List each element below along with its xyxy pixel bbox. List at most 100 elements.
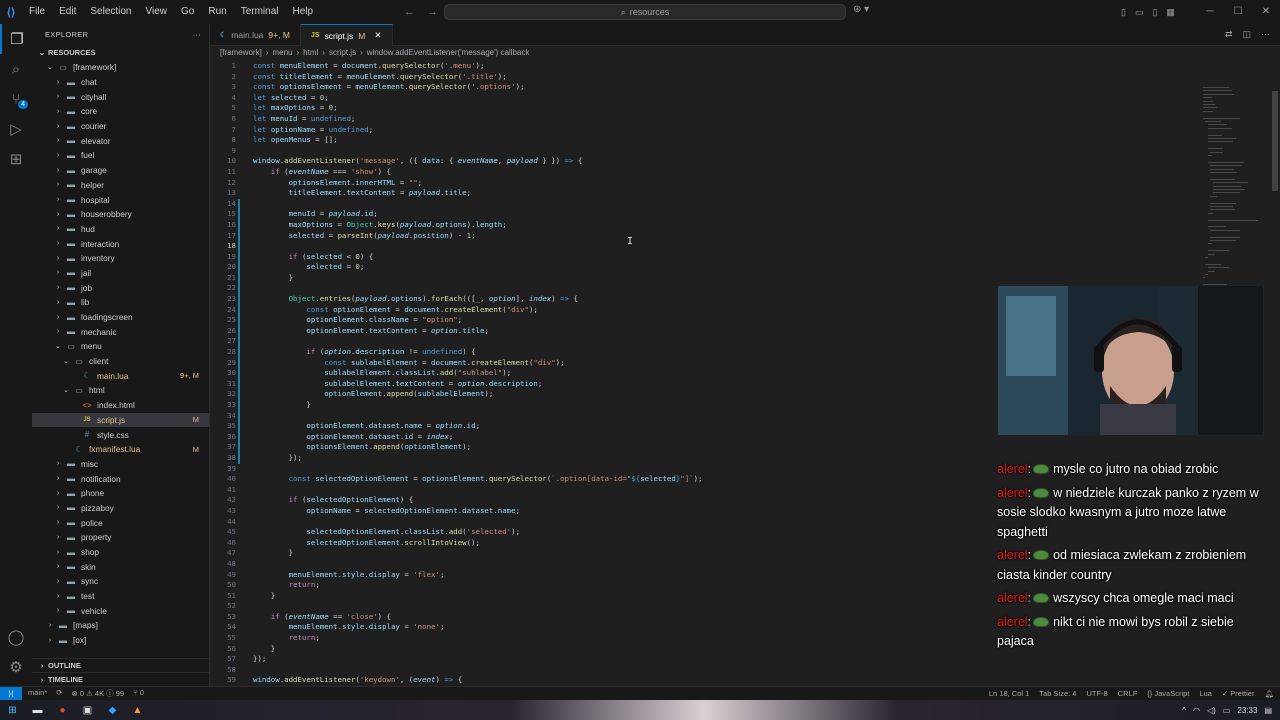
open-changes-icon[interactable]: ⇄: [1225, 29, 1233, 40]
search-view-icon[interactable]: ⌕: [0, 54, 32, 84]
breadcrumb-item[interactable]: menu: [272, 48, 292, 57]
tree-item-garage[interactable]: › ▬ garage: [32, 163, 209, 178]
copilot-icon[interactable]: ⊛ ▾: [853, 4, 869, 15]
tree-item-index-html[interactable]: <> index.html: [32, 398, 209, 413]
tree-item-mechanic[interactable]: › ▬ mechanic: [32, 324, 209, 339]
close-tab-icon[interactable]: ✕: [374, 30, 381, 41]
close-window-icon[interactable]: ✕: [1252, 0, 1280, 24]
encoding[interactable]: UTF-8: [1086, 689, 1107, 698]
tab-script-js[interactable]: JS script.js M ✕: [300, 24, 393, 46]
tree-item-misc[interactable]: › ▬ misc: [32, 457, 209, 472]
tree-item-cityhall[interactable]: › ▬ cityhall: [32, 89, 209, 104]
menu-item-edit[interactable]: Edit: [52, 0, 83, 24]
tree-item-inventory[interactable]: › ▬ inventory: [32, 251, 209, 266]
notification-center-icon[interactable]: ▤: [1264, 706, 1272, 715]
tree-item-fuel[interactable]: › ▬ fuel: [32, 148, 209, 163]
breadcrumb-item[interactable]: html: [303, 48, 318, 57]
tree-item-hospital[interactable]: › ▬ hospital: [32, 192, 209, 207]
tree-item-script-js[interactable]: JS script.js M: [32, 412, 209, 428]
tray-arrow-icon[interactable]: ^: [1182, 706, 1186, 715]
toggle-panel-icon[interactable]: ▭: [1135, 0, 1144, 24]
start-windows-icon[interactable]: ⊞: [0, 700, 25, 720]
forward-arrow-icon[interactable]: →: [427, 0, 438, 24]
lua-indicator[interactable]: Lua: [1199, 689, 1212, 698]
tree-item-core[interactable]: › ▬ core: [32, 104, 209, 119]
maximize-icon[interactable]: ☐: [1224, 0, 1252, 24]
settings-gear-icon[interactable]: ⚙: [0, 652, 32, 682]
tree-item-test[interactable]: › ▬ test: [32, 589, 209, 604]
vscode-taskbar-icon[interactable]: ◆: [100, 700, 125, 720]
remote-indicator-icon[interactable]: ⟩⟨: [0, 686, 22, 701]
toggle-secondary-sidebar-icon[interactable]: ▯: [1152, 0, 1157, 24]
menu-item-terminal[interactable]: Terminal: [234, 0, 286, 24]
command-center-search[interactable]: ⌕ resources: [444, 4, 846, 20]
app-taskbar-icon[interactable]: ▲: [125, 700, 150, 720]
network-icon[interactable]: ◠: [1193, 706, 1200, 715]
timeline-section[interactable]: › TIMELINE: [32, 672, 210, 686]
tree-item-notification[interactable]: › ▬ notification: [32, 471, 209, 486]
menu-item-file[interactable]: File: [22, 0, 52, 24]
source-control-icon[interactable]: ⑂ 4: [0, 84, 32, 114]
tree-item-sync[interactable]: › ▬ sync: [32, 574, 209, 589]
tree-item-lib[interactable]: › ▬ lib: [32, 295, 209, 310]
tree-item-vehicle[interactable]: › ▬ vehicle: [32, 603, 209, 618]
menu-item-view[interactable]: View: [139, 0, 175, 24]
tree-item--maps-[interactable]: › ▬ [maps]: [32, 618, 209, 633]
browser-icon[interactable]: ●: [50, 700, 75, 720]
tree-item-loadingscreen[interactable]: › ▬ loadingscreen: [32, 310, 209, 325]
tree-item-helper[interactable]: › ▬ helper: [32, 178, 209, 193]
editor-scrollbar[interactable]: [1270, 61, 1280, 686]
workspace-section[interactable]: ⌄ RESOURCES: [32, 45, 209, 60]
tree-item--framework-[interactable]: ⌄ ▭ [framework]: [32, 60, 209, 75]
tree-item-courier[interactable]: › ▬ courier: [32, 119, 209, 134]
menu-item-selection[interactable]: Selection: [83, 0, 138, 24]
tree-item-shop[interactable]: › ▬ shop: [32, 545, 209, 560]
toggle-primary-sidebar-icon[interactable]: ▯: [1121, 0, 1126, 24]
tree-item-property[interactable]: › ▬ property: [32, 530, 209, 545]
explorer-icon[interactable]: ❐: [0, 24, 32, 54]
tree-item-skin[interactable]: › ▬ skin: [32, 559, 209, 574]
customize-layout-icon[interactable]: ▦: [1166, 0, 1175, 24]
tree-item-chat[interactable]: › ▬ chat: [32, 75, 209, 90]
tree-item-job[interactable]: › ▬ job: [32, 280, 209, 295]
breadcrumb-item[interactable]: script.js: [329, 48, 356, 57]
breadcrumb-item[interactable]: window.addEventListener('message') callb…: [367, 48, 530, 57]
tree-item-elevator[interactable]: › ▬ elevator: [32, 133, 209, 148]
minimap[interactable]: [1195, 61, 1270, 286]
prettier-indicator[interactable]: ✓ Prettier: [1222, 689, 1255, 698]
git-branch[interactable]: main*: [28, 688, 47, 699]
terminal-icon[interactable]: ▣: [75, 700, 100, 720]
battery-icon[interactable]: ▭: [1223, 706, 1231, 715]
clock[interactable]: 23:33: [1237, 706, 1257, 715]
tree-item-police[interactable]: › ▬ police: [32, 515, 209, 530]
menu-item-run[interactable]: Run: [201, 0, 233, 24]
tree-item-menu[interactable]: ⌄ ▭ menu: [32, 339, 209, 354]
cursor-position[interactable]: Ln 18, Col 1: [989, 689, 1029, 698]
tree-item--ox-[interactable]: › ▬ [ox]: [32, 633, 209, 648]
tab-main-lua[interactable]: ☾ main.lua 9+, M: [210, 24, 301, 46]
tree-item-interaction[interactable]: › ▬ interaction: [32, 236, 209, 251]
account-icon[interactable]: ◯: [0, 622, 32, 652]
scrollbar-thumb[interactable]: [1272, 91, 1278, 191]
extensions-icon[interactable]: ⊞: [0, 144, 32, 174]
file-explorer-icon[interactable]: ▬: [25, 700, 50, 720]
run-debug-icon[interactable]: ▷: [0, 114, 32, 144]
more-actions-icon[interactable]: ···: [193, 30, 201, 39]
tree-item-fxmanifest-lua[interactable]: ☾ fxmanifest.lua M: [32, 442, 209, 457]
problems-indicator[interactable]: ⊗ 0 ⚠ 4K ⓘ 99: [71, 688, 124, 699]
notifications-bell-icon[interactable]: 🔔︎: [1264, 689, 1274, 698]
tree-item-phone[interactable]: › ▬ phone: [32, 486, 209, 501]
breadcrumb-item[interactable]: [framework]: [220, 48, 262, 57]
tab-size[interactable]: Tab Size: 4: [1039, 689, 1076, 698]
tree-item-hud[interactable]: › ▬ hud: [32, 222, 209, 237]
language-mode[interactable]: {} JavaScript: [1147, 689, 1189, 698]
sync-icon[interactable]: ⟳: [56, 688, 62, 699]
tree-item-jail[interactable]: › ▬ jail: [32, 266, 209, 281]
outline-section[interactable]: › OUTLINE: [32, 658, 210, 672]
tree-item-houserobbery[interactable]: › ▬ houserobbery: [32, 207, 209, 222]
more-actions-icon[interactable]: ···: [1261, 29, 1270, 40]
tree-item-style-css[interactable]: # style.css: [32, 427, 209, 442]
minimize-icon[interactable]: ─: [1196, 0, 1224, 24]
back-arrow-icon[interactable]: ←: [404, 0, 415, 24]
tree-item-pizzaboy[interactable]: › ▬ pizzaboy: [32, 501, 209, 516]
